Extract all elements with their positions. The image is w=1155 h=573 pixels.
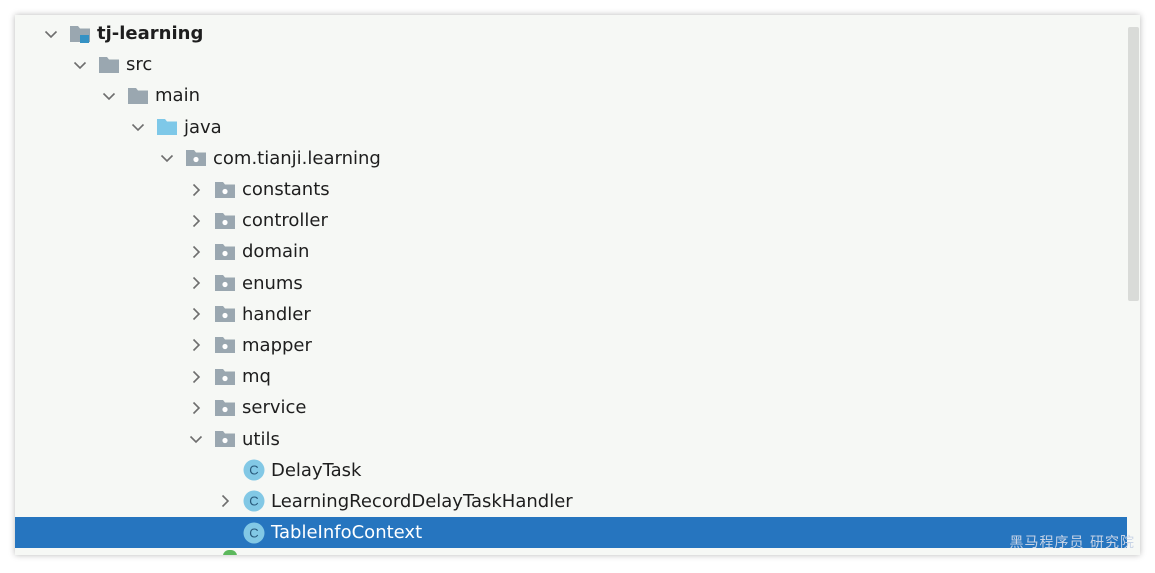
package-icon [213,365,237,389]
tree-node-delaytask[interactable]: C DelayTask [15,455,1127,486]
chevron-right-icon[interactable] [213,489,237,513]
tree-node-java[interactable]: java [15,112,1127,143]
chevron-down-icon[interactable] [184,427,208,451]
package-icon [213,209,237,233]
tree-node-controller[interactable]: controller [15,205,1127,236]
tree-node-constants[interactable]: constants [15,174,1127,205]
chevron-right-icon[interactable] [184,396,208,420]
partial-resource-icon [223,550,237,555]
chevron-right-icon[interactable] [184,365,208,389]
tree-node-label: mapper [242,334,312,356]
chevron-right-icon[interactable] [184,271,208,295]
tree-node-learningrecorddelaytaskhandler[interactable]: C LearningRecordDelayTaskHandler [15,486,1127,517]
tree-node-label: controller [242,210,328,232]
project-tool-window: tj-learning src main java com.tianji.learnin… [15,15,1140,555]
tree-node-mq[interactable]: mq [15,361,1127,392]
watermark: 黑马程序员 研究院 [1009,535,1135,551]
package-icon [213,240,237,264]
vertical-scrollbar-thumb[interactable] [1128,27,1139,301]
class-icon-letter: C [249,494,258,509]
tree-node-main[interactable]: main [15,80,1127,111]
tree-node-label: java [184,116,222,138]
tree-node-label: tj-learning [97,23,204,45]
chevron-down-icon[interactable] [97,84,121,108]
tree-node-utils[interactable]: utils [15,423,1127,454]
chevron-down-icon[interactable] [126,115,150,139]
package-icon [213,396,237,420]
tree-node-label: TableInfoContext [271,522,423,544]
module-folder-icon [68,22,92,46]
java-class-icon: C [242,458,266,482]
package-icon [213,178,237,202]
package-icon [184,146,208,170]
tree-node-service[interactable]: service [15,392,1127,423]
tree-node-tableinfocontext[interactable]: C TableInfoContext [15,517,1127,549]
tree-node-label: constants [242,179,330,201]
tree-node-label: LearningRecordDelayTaskHandler [271,490,573,512]
chevron-down-icon[interactable] [68,53,92,77]
package-icon [213,427,237,451]
tree-node-handler[interactable]: handler [15,299,1127,330]
chevron-right-icon[interactable] [184,209,208,233]
tree-node-mapper[interactable]: mapper [15,330,1127,361]
tree-node-tj-learning[interactable]: tj-learning [15,18,1127,49]
chevron-right-icon[interactable] [184,240,208,264]
tree-node-label: enums [242,272,303,294]
chevron-down-icon[interactable] [39,22,63,46]
chevron-down-icon[interactable] [155,146,179,170]
tree-node-label: utils [242,428,280,450]
tree-node-enums[interactable]: enums [15,268,1127,299]
folder-icon [126,84,150,108]
class-icon-letter: C [249,463,258,478]
package-icon [213,333,237,357]
chevron-right-icon[interactable] [184,333,208,357]
tree-node-label: service [242,397,307,419]
tree-node-label: DelayTask [271,459,362,481]
chevron-right-icon[interactable] [184,178,208,202]
package-icon [213,271,237,295]
tree-node-com-tianji-learning[interactable]: com.tianji.learning [15,143,1127,174]
chevron-right-icon[interactable] [184,302,208,326]
package-icon [213,302,237,326]
java-class-icon: C [242,489,266,513]
tree-node-label: domain [242,241,310,263]
source-root-icon [155,115,179,139]
tree-node-label: main [155,85,200,107]
tree-node-label: com.tianji.learning [213,147,381,169]
tree-node-label: mq [242,366,271,388]
java-class-icon: C [242,521,266,545]
class-icon-letter: C [249,525,258,540]
tree-node-src[interactable]: src [15,49,1127,80]
folder-icon [97,53,121,77]
tree-node-domain[interactable]: domain [15,236,1127,267]
tree-node-label: src [126,54,153,76]
tree-node-label: handler [242,303,311,325]
project-tree: tj-learning src main java com.tianji.learnin… [15,18,1127,549]
